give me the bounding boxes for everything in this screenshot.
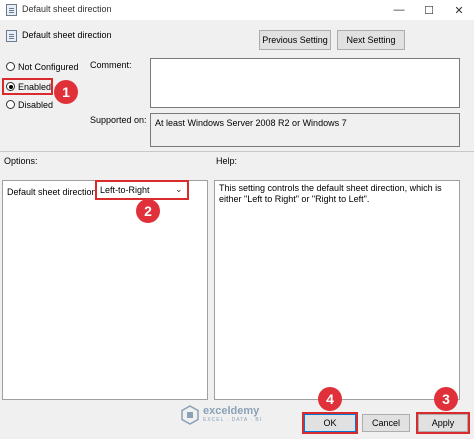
exceldemy-watermark: exceldemy EXCEL · DATA · BI bbox=[180, 405, 262, 425]
step-2-badge: 2 bbox=[136, 199, 160, 223]
not-configured-radio[interactable] bbox=[6, 62, 15, 71]
step-3-badge: 3 bbox=[434, 387, 458, 411]
apply-button[interactable]: Apply bbox=[418, 414, 468, 432]
maximize-icon[interactable]: ☐ bbox=[414, 0, 444, 20]
setting-name: Default sheet direction bbox=[22, 30, 112, 40]
policy-app-icon bbox=[6, 4, 17, 16]
close-icon[interactable]: ✕ bbox=[444, 0, 474, 20]
chevron-down-icon: ⌄ bbox=[175, 184, 183, 194]
comment-textarea[interactable] bbox=[150, 58, 460, 108]
watermark-tagline: EXCEL · DATA · BI bbox=[203, 417, 263, 423]
radio-circle-icon bbox=[6, 62, 15, 71]
enabled-label[interactable]: Enabled bbox=[18, 82, 51, 92]
comment-label: Comment: bbox=[90, 60, 132, 70]
disabled-label[interactable]: Disabled bbox=[18, 100, 53, 110]
help-panel: This setting controls the default sheet … bbox=[214, 180, 460, 400]
help-text: This setting controls the default sheet … bbox=[219, 183, 442, 204]
not-configured-label[interactable]: Not Configured bbox=[18, 62, 79, 72]
options-label: Options: bbox=[4, 156, 38, 166]
help-label: Help: bbox=[216, 156, 238, 166]
supported-on-value: At least Windows Server 2008 R2 or Windo… bbox=[155, 118, 347, 128]
window-title: Default sheet direction bbox=[22, 4, 112, 14]
minimize-icon[interactable]: — bbox=[384, 0, 414, 20]
direction-dropdown-value: Left-to-Right bbox=[100, 185, 150, 195]
supported-on-box: At least Windows Server 2008 R2 or Windo… bbox=[150, 113, 460, 147]
cancel-button[interactable]: Cancel bbox=[362, 414, 410, 432]
radio-checked-icon bbox=[6, 82, 15, 91]
next-setting-button[interactable]: Next Setting bbox=[337, 30, 405, 50]
step-4-badge: 4 bbox=[318, 387, 342, 411]
setting-icon bbox=[6, 30, 17, 42]
radio-circle-icon bbox=[6, 100, 15, 109]
options-panel bbox=[2, 180, 208, 400]
section-divider bbox=[0, 151, 474, 152]
ok-button[interactable]: OK bbox=[304, 414, 356, 432]
disabled-radio[interactable] bbox=[6, 100, 15, 109]
direction-dropdown[interactable]: Left-to-Right ⌄ bbox=[95, 180, 189, 200]
step-1-badge: 1 bbox=[54, 80, 78, 104]
enabled-radio[interactable] bbox=[6, 82, 15, 91]
watermark-brand: exceldemy bbox=[203, 405, 260, 417]
previous-setting-button[interactable]: Previous Setting bbox=[259, 30, 331, 50]
exceldemy-logo-icon bbox=[181, 405, 199, 425]
supported-on-label: Supported on: bbox=[90, 115, 147, 125]
default-sheet-direction-label: Default sheet direction bbox=[7, 187, 97, 197]
